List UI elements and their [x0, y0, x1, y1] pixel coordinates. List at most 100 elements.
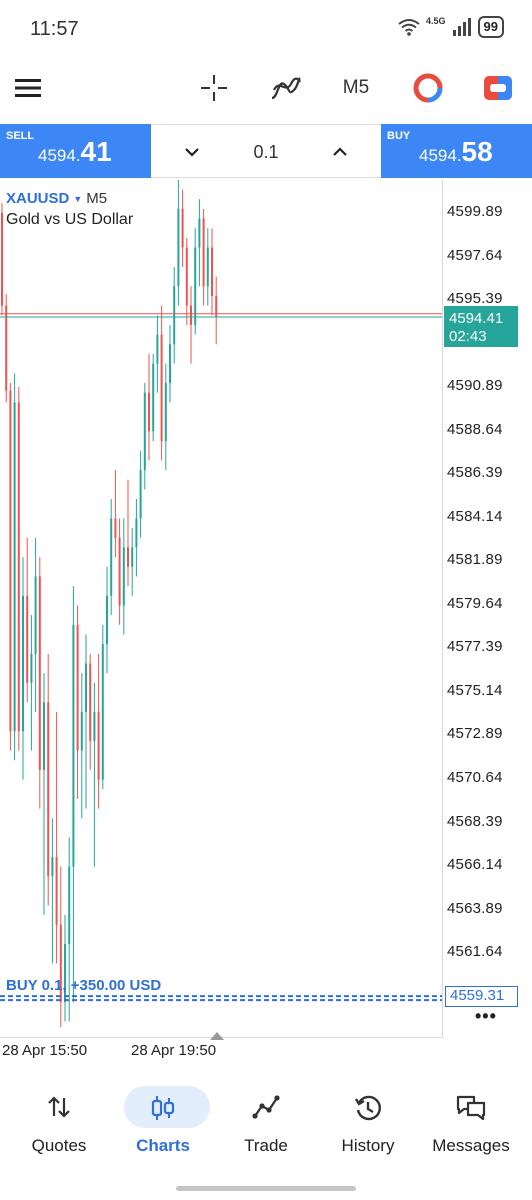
- candle-body: [169, 344, 171, 383]
- sell-price-main: 4594.: [38, 146, 81, 165]
- candle-body: [34, 576, 37, 654]
- wifi-icon: [398, 19, 420, 36]
- price-axis-label: 4563.89: [447, 900, 503, 917]
- candle-body: [72, 624, 75, 867]
- volume-selector: 0.1: [151, 124, 381, 178]
- position-price-tag: 4559.31: [445, 986, 518, 1007]
- crosshair-button[interactable]: [196, 68, 232, 108]
- price-axis-label: 4586.39: [447, 464, 503, 481]
- status-icons: 4.5G 99: [398, 16, 504, 38]
- nav-messages[interactable]: Messages: [418, 1078, 524, 1168]
- price-axis-label: 4577.39: [447, 638, 503, 655]
- history-icon: [315, 1094, 421, 1122]
- symbol-name: XAUUSD: [6, 190, 70, 207]
- sell-button[interactable]: SELL 4594.41: [0, 124, 151, 178]
- more-options-icon[interactable]: •••: [475, 1006, 497, 1027]
- candle-body: [177, 208, 180, 287]
- menu-button[interactable]: [10, 68, 46, 108]
- candle-body: [97, 711, 100, 780]
- status-bar: 11:57 4.5G 99: [0, 0, 532, 60]
- position-label[interactable]: BUY 0.1, +350.00 USD: [6, 977, 161, 994]
- candle-body: [93, 711, 96, 741]
- candle-body: [131, 547, 134, 567]
- color-scheme-icon: [484, 76, 512, 100]
- nav-label: Messages: [432, 1136, 510, 1155]
- current-price: 4594.41: [449, 310, 504, 327]
- buy-button[interactable]: BUY 4594.58: [381, 124, 532, 178]
- indicators-button[interactable]: [266, 68, 306, 108]
- candle-body: [51, 856, 54, 877]
- color-scheme-button[interactable]: [478, 68, 518, 108]
- candle-body: [26, 595, 29, 683]
- chart-plot-area[interactable]: XAUUSD ▼ M5 Gold vs US Dollar BUY 0.1, +…: [0, 180, 443, 1038]
- crosshair-icon: [201, 75, 227, 101]
- symbol-timeframe: M5: [86, 190, 108, 207]
- candle-body: [122, 547, 125, 606]
- candle-body: [202, 218, 205, 287]
- network-type: 4.5G: [426, 16, 446, 26]
- indicators-icon: [271, 77, 301, 100]
- time-axis-label: 28 Apr 19:50: [131, 1042, 217, 1059]
- one-click-trade-bar: SELL 4594.41 0.1 BUY 4594.58: [0, 124, 532, 178]
- time-axis-label: 28 Apr 15:50: [2, 1042, 88, 1059]
- candle-body: [135, 518, 138, 548]
- candle-body: [89, 663, 92, 741]
- chart-objects-icon: [413, 73, 443, 103]
- chart-symbol-header[interactable]: XAUUSD ▼ M5: [6, 190, 107, 207]
- candle-body: [118, 537, 121, 606]
- chart-area[interactable]: XAUUSD ▼ M5 Gold vs US Dollar BUY 0.1, +…: [0, 180, 532, 1060]
- price-axis-label: 4588.64: [447, 421, 503, 438]
- candlestick-chart[interactable]: [0, 180, 442, 1037]
- candle-body: [5, 305, 8, 391]
- price-axis-label: 4599.89: [447, 203, 503, 220]
- quotes-icon: [6, 1094, 112, 1122]
- candle-body: [85, 663, 87, 712]
- candle-body: [13, 402, 16, 732]
- candle-body: [110, 518, 113, 596]
- candle-body: [190, 305, 192, 325]
- price-axis-label: 4597.64: [447, 247, 503, 264]
- candle-body: [22, 595, 24, 732]
- nav-history[interactable]: History: [315, 1078, 421, 1168]
- candle-body: [101, 644, 104, 780]
- candle-body: [160, 334, 163, 442]
- candle-body: [114, 518, 117, 538]
- candle-body: [185, 247, 188, 306]
- candle-body: [30, 653, 33, 683]
- candle-body: [143, 392, 146, 471]
- current-price-tag: 4594.41 02:43: [444, 306, 518, 347]
- nav-charts[interactable]: Charts: [110, 1078, 216, 1168]
- candle-body: [55, 856, 58, 925]
- bottom-navigation: Quotes Charts Trade History Messages: [0, 1078, 532, 1168]
- price-axis-label: 4584.14: [447, 508, 503, 525]
- nav-trade[interactable]: Trade: [213, 1078, 319, 1168]
- buy-label: BUY: [387, 130, 411, 142]
- candle-body: [76, 624, 79, 751]
- candle-body: [43, 702, 45, 770]
- sell-price-big: 41: [80, 136, 112, 167]
- price-axis-label: 4566.14: [447, 856, 503, 873]
- chevron-up-icon: [333, 147, 347, 156]
- volume-increase-button[interactable]: [327, 139, 353, 165]
- home-indicator[interactable]: [176, 1186, 356, 1191]
- timeframe-button[interactable]: M5: [336, 68, 376, 108]
- chart-objects-button[interactable]: [408, 68, 448, 108]
- candle-body: [17, 402, 20, 732]
- symbol-dropdown-icon: ▼: [73, 193, 83, 204]
- candle-body: [9, 390, 12, 732]
- sell-label: SELL: [6, 130, 35, 142]
- candle-body: [106, 595, 108, 645]
- nav-quotes[interactable]: Quotes: [6, 1078, 112, 1168]
- candle-body: [173, 286, 176, 345]
- price-axis-label: 4575.14: [447, 682, 503, 699]
- candle-body: [38, 576, 41, 770]
- price-axis-label: 4590.89: [447, 377, 503, 394]
- candle-body: [152, 363, 155, 432]
- sell-price: 4594.41: [38, 136, 112, 168]
- price-axis-label: 4581.89: [447, 551, 503, 568]
- scroll-marker-icon[interactable]: [210, 1032, 224, 1040]
- price-axis-label: 4572.89: [447, 725, 503, 742]
- hamburger-menu-icon: [15, 79, 41, 97]
- price-axis-label: 4561.64: [447, 943, 503, 960]
- charts-icon: [110, 1094, 216, 1122]
